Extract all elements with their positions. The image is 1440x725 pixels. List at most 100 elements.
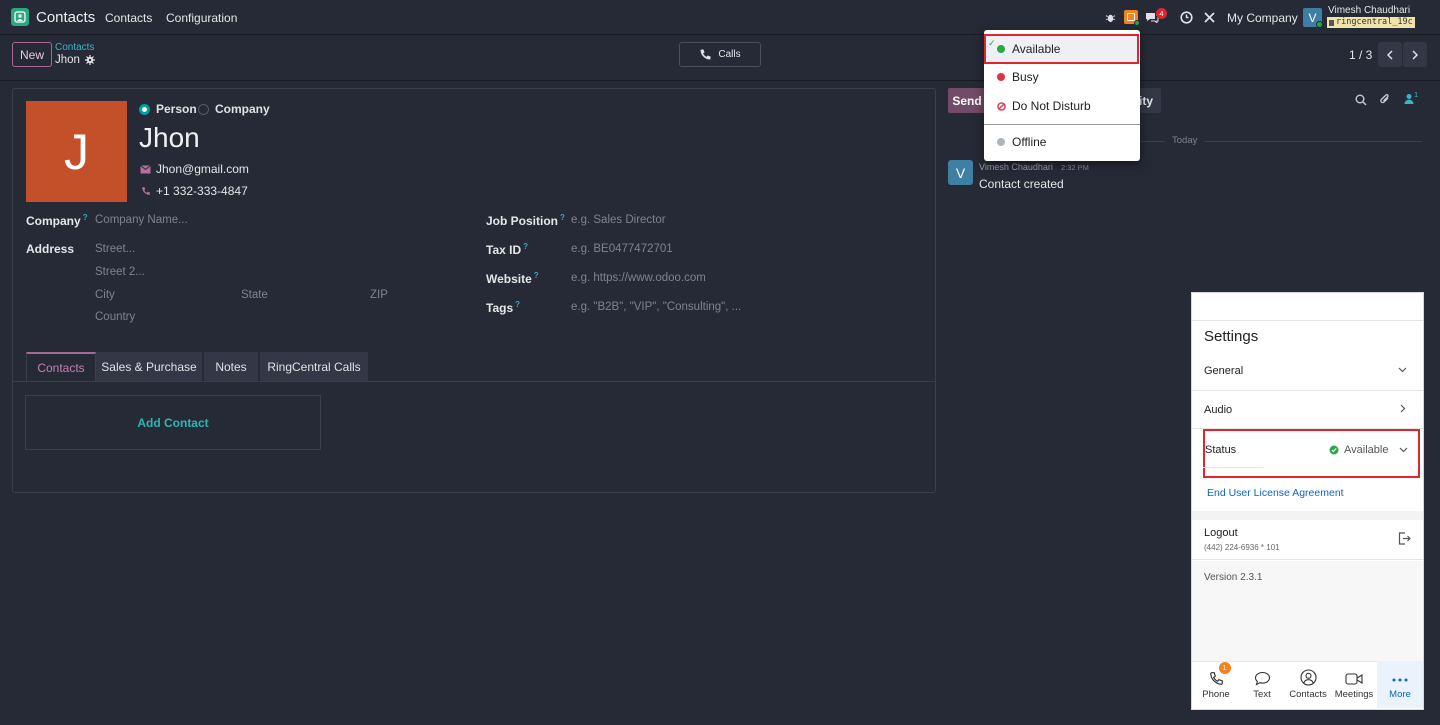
status-dot-available	[997, 45, 1005, 53]
tags-help-icon[interactable]: ?	[515, 300, 520, 309]
control-panel: New Contacts Jhon Calls 1 / 3	[0, 35, 1440, 81]
breadcrumb-current-label: Jhon	[55, 54, 80, 66]
chevron-right-icon	[1400, 404, 1406, 413]
tags-label-text: Tags	[486, 301, 514, 315]
tab-contacts[interactable]: Contacts	[26, 352, 96, 381]
checkmark-icon: ✓	[988, 38, 996, 48]
pager-next-button[interactable]	[1403, 42, 1427, 67]
status-option-offline[interactable]: Offline	[984, 129, 1140, 155]
ringcentral-icon[interactable]	[1124, 10, 1140, 26]
bottom-tab-text[interactable]: Text	[1239, 661, 1285, 708]
settings-general-row[interactable]: General	[1192, 351, 1423, 391]
company-label-text: Company	[26, 214, 81, 228]
contact-name[interactable]: Jhon	[139, 122, 200, 154]
database-icon	[1329, 19, 1334, 26]
bottom-tab-phone[interactable]: 1 Phone	[1193, 661, 1239, 708]
email-value[interactable]: Jhon@gmail.com	[156, 162, 249, 176]
eula-link[interactable]: End User License Agreement	[1207, 487, 1344, 499]
paperclip-icon[interactable]	[1379, 93, 1391, 106]
website-input[interactable]: e.g. https://www.odoo.com	[571, 272, 706, 284]
settings-audio-row[interactable]: Audio	[1192, 391, 1423, 429]
phone-icon	[699, 48, 712, 61]
tax-id-label-text: Tax ID	[486, 243, 522, 257]
breadcrumb-current: Jhon	[55, 54, 95, 66]
city-input[interactable]: City	[95, 289, 115, 301]
message-time: 2:32 PM	[1061, 163, 1089, 172]
presence-dot	[1134, 20, 1140, 26]
user-name[interactable]: Vimesh Chaudhari	[1328, 5, 1410, 16]
add-contact-card[interactable]: Add Contact	[25, 395, 321, 450]
bottom-tab-meetings[interactable]: Meetings	[1331, 661, 1377, 708]
status-option-label: Available	[1012, 42, 1061, 56]
status-option-busy[interactable]: Busy	[984, 64, 1140, 90]
company-input[interactable]: Company Name...	[95, 214, 188, 226]
logout-row[interactable]: Logout (442) 224-6936 * 101	[1192, 520, 1423, 560]
user-avatar[interactable]: V	[1303, 8, 1323, 28]
radio-company-label: Company	[215, 102, 270, 116]
calls-button[interactable]: Calls	[679, 42, 761, 67]
company-help-icon[interactable]: ?	[83, 213, 88, 222]
status-option-dnd[interactable]: Do Not Disturb	[984, 93, 1140, 119]
breadcrumb-parent[interactable]: Contacts	[55, 42, 94, 53]
bottom-tab-more[interactable]: More	[1377, 661, 1423, 708]
tax-help-icon[interactable]: ?	[523, 242, 528, 251]
menu-contacts[interactable]: Contacts	[105, 11, 152, 25]
bottom-tab-contacts[interactable]: Contacts	[1285, 661, 1331, 708]
envelope-icon	[140, 164, 151, 174]
chevron-left-icon	[1386, 49, 1394, 60]
followers-icon[interactable]: 1	[1404, 90, 1418, 105]
job-help-icon[interactable]: ?	[560, 213, 565, 222]
search-icon[interactable]	[1355, 94, 1367, 106]
contact-avatar[interactable]: J	[26, 101, 127, 202]
message-avatar-initial: V	[955, 164, 966, 181]
pager-prev-button[interactable]	[1378, 42, 1402, 67]
phone-value[interactable]: +1 332-333-4847	[156, 184, 248, 198]
tab-notes[interactable]: Notes	[204, 352, 259, 381]
calls-label: Calls	[718, 49, 741, 60]
tags-label: Tags?	[486, 300, 520, 315]
settings-status-label: Status	[1205, 444, 1237, 456]
tags-input[interactable]: e.g. "B2B", "VIP", "Consulting", ...	[571, 301, 741, 313]
ringcentral-phone-panel: Settings General Audio Status Available …	[1191, 292, 1424, 710]
company-label: Company?	[26, 213, 88, 228]
radio-person[interactable]: Person	[139, 102, 197, 116]
street-input[interactable]: Street...	[95, 243, 135, 255]
email-row: Jhon@gmail.com	[140, 162, 249, 176]
phone-tab-badge: 1	[1218, 662, 1231, 674]
status-option-label: Do Not Disturb	[1012, 99, 1091, 113]
radio-company-dot	[198, 103, 209, 115]
status-value: Available	[1344, 444, 1389, 456]
message-author[interactable]: Vimesh Chaudhari	[979, 162, 1053, 172]
state-input[interactable]: State	[241, 289, 268, 301]
status-option-available[interactable]: ✓ Available	[984, 34, 1139, 64]
panel-top-rule	[1192, 320, 1423, 321]
status-dropdown: ✓ Available Busy Do Not Disturb Offline	[984, 30, 1140, 161]
tools-icon[interactable]	[1203, 11, 1216, 24]
message-avatar: V	[948, 160, 973, 185]
send-message-button[interactable]: Send	[948, 88, 986, 113]
zip-input[interactable]: ZIP	[370, 289, 388, 301]
gear-icon[interactable]	[84, 55, 95, 65]
menu-configuration[interactable]: Configuration	[166, 11, 237, 25]
settings-general-label: General	[1204, 365, 1244, 377]
website-help-icon[interactable]: ?	[534, 271, 539, 280]
tab-ringcentral-calls[interactable]: RingCentral Calls	[260, 352, 369, 381]
street2-input[interactable]: Street 2...	[95, 266, 145, 278]
logout-number: (442) 224-6936 * 101	[1204, 543, 1280, 552]
country-input[interactable]: Country	[95, 311, 135, 323]
bug-icon[interactable]	[1105, 12, 1116, 23]
radio-company[interactable]: Company	[198, 102, 270, 116]
tax-id-input[interactable]: e.g. BE0477472701	[571, 243, 673, 255]
app-icon[interactable]	[11, 8, 29, 26]
settings-status-row[interactable]: Status Available	[1203, 429, 1420, 478]
tab-sales-purchase[interactable]: Sales & Purchase	[96, 352, 203, 381]
date-divider: Today	[1165, 135, 1205, 146]
new-button[interactable]: New	[12, 42, 52, 67]
clock-icon[interactable]	[1180, 11, 1193, 24]
app-title[interactable]: Contacts	[36, 9, 95, 26]
settings-audio-label: Audio	[1204, 404, 1233, 416]
status-option-label: Offline	[1012, 135, 1047, 149]
company-switcher[interactable]: My Company	[1227, 11, 1298, 25]
pager-value[interactable]: 1 / 3	[1349, 48, 1372, 62]
job-position-input[interactable]: e.g. Sales Director	[571, 214, 666, 226]
